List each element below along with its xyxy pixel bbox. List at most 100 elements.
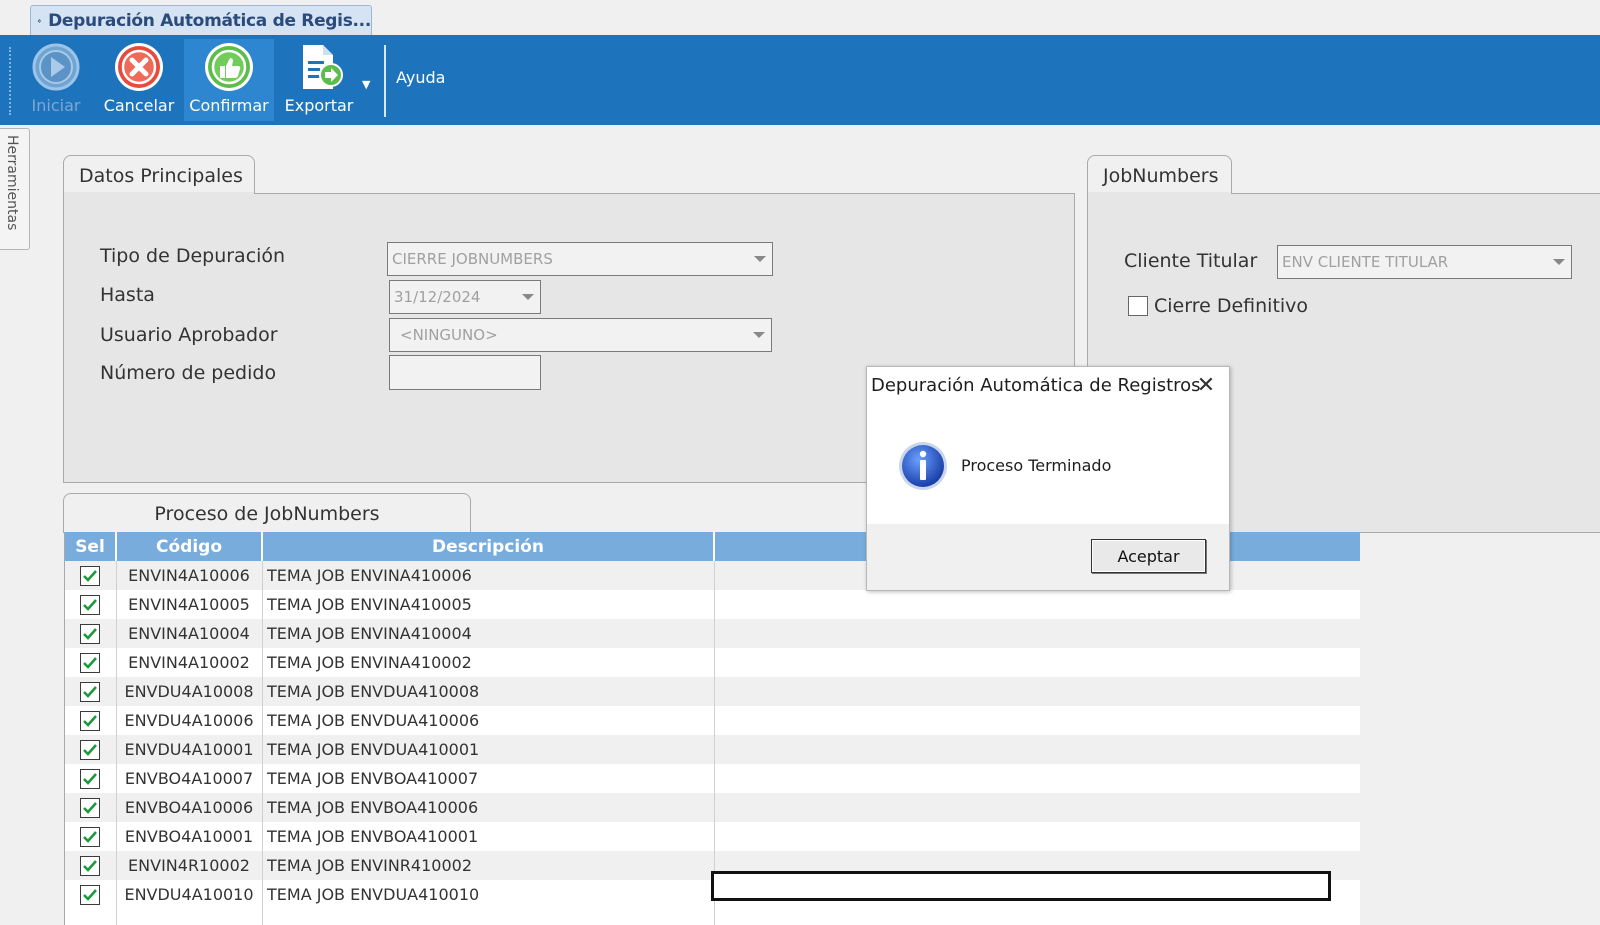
ribbon-separator: [384, 45, 386, 117]
chevron-down-icon: [522, 294, 534, 300]
iniciar-button[interactable]: Iniciar: [26, 39, 86, 121]
usuario-aprobador-combo[interactable]: <NINGUNO>: [389, 318, 772, 352]
row-checkbox[interactable]: [80, 710, 100, 731]
document-tab[interactable]: Depuración Automática de Regis...: [30, 5, 372, 35]
codigo-cell[interactable]: ENVIN4A10006: [117, 561, 261, 590]
table-row[interactable]: ENVBO4A10006 TEMA JOB ENVBOA410006: [65, 793, 1360, 822]
codigo-cell[interactable]: ENVBO4A10006: [117, 793, 261, 822]
codigo-cell[interactable]: ENVDU4A10001: [117, 735, 261, 764]
table-row[interactable]: ENVDU4A10008 TEMA JOB ENVDUA410008: [65, 677, 1360, 706]
codigo-cell[interactable]: ENVIN4A10005: [117, 590, 261, 619]
row-checkbox[interactable]: [80, 855, 100, 876]
checkmark-icon: [83, 743, 97, 756]
proceso-jobnumbers-title: Proceso de JobNumbers: [154, 503, 380, 525]
herramientas-side-tab[interactable]: Herramientas: [0, 128, 30, 250]
checkmark-icon: [83, 859, 97, 872]
row-checkbox[interactable]: [80, 652, 100, 673]
row-checkbox[interactable]: [80, 826, 100, 847]
exportar-dropdown-arrow-icon[interactable]: ▼: [362, 78, 370, 91]
dialog-title: Depuración Automática de Registros: [871, 375, 1201, 396]
descripcion-cell[interactable]: TEMA JOB ENVBOA410001: [263, 822, 713, 851]
document-tab-title: Depuración Automática de Regis...: [48, 10, 371, 31]
proceso-jobnumbers-tab: Proceso de JobNumbers: [63, 493, 471, 533]
checkmark-icon: [83, 598, 97, 611]
codigo-cell[interactable]: ENVDU4A10006: [117, 706, 261, 735]
codigo-cell[interactable]: ENVBO4A10007: [117, 764, 261, 793]
chevron-down-icon: [1553, 259, 1565, 265]
descripcion-cell[interactable]: TEMA JOB ENVINR410002: [263, 851, 713, 880]
grid-cell-editor[interactable]: [711, 871, 1331, 901]
column-header-codigo[interactable]: Código: [117, 532, 263, 561]
table-row[interactable]: ENVIN4A10002 TEMA JOB ENVINA410002: [65, 648, 1360, 677]
table-row[interactable]: ENVBO4A10007 TEMA JOB ENVBOA410007: [65, 764, 1360, 793]
row-checkbox[interactable]: [80, 623, 100, 644]
table-row[interactable]: ENVDU4A10006 TEMA JOB ENVDUA410006: [65, 706, 1360, 735]
cliente-titular-combo[interactable]: ENV CLIENTE TITULAR: [1277, 245, 1572, 279]
toolbar-grip[interactable]: [9, 47, 11, 115]
descripcion-cell[interactable]: TEMA JOB ENVDUA410001: [263, 735, 713, 764]
row-select-cell: [65, 706, 115, 735]
grid-column-divider: [116, 561, 117, 925]
checkmark-icon: [83, 656, 97, 669]
cierre-definitivo-label: Cierre Definitivo: [1154, 295, 1309, 317]
row-checkbox[interactable]: [80, 768, 100, 789]
codigo-cell[interactable]: ENVDU4A10010: [117, 880, 261, 909]
hasta-date-picker[interactable]: 31/12/2024: [389, 280, 541, 314]
descripcion-cell[interactable]: TEMA JOB ENVINA410004: [263, 619, 713, 648]
checkmark-icon: [83, 685, 97, 698]
descripcion-cell[interactable]: TEMA JOB ENVINA410002: [263, 648, 713, 677]
codigo-cell[interactable]: ENVDU4A10008: [117, 677, 261, 706]
usuario-aprobador-label: Usuario Aprobador: [100, 324, 278, 346]
codigo-cell[interactable]: ENVIN4R10002: [117, 851, 261, 880]
cliente-titular-label: Cliente Titular: [1124, 250, 1258, 272]
table-row[interactable]: ENVBO4A10001 TEMA JOB ENVBOA410001: [65, 822, 1360, 851]
checkmark-icon: [83, 830, 97, 843]
numero-pedido-input[interactable]: [389, 355, 541, 390]
aceptar-button[interactable]: Aceptar: [1091, 539, 1206, 573]
checkmark-icon: [83, 801, 97, 814]
table-row[interactable]: ENVIN4A10004 TEMA JOB ENVINA410004: [65, 619, 1360, 648]
checkmark-icon: [83, 888, 97, 901]
confirmar-button[interactable]: Confirmar: [184, 39, 274, 121]
row-checkbox[interactable]: [80, 681, 100, 702]
row-select-cell: [65, 735, 115, 764]
row-checkbox[interactable]: [80, 884, 100, 905]
datos-principales-title: Datos Principales: [79, 165, 243, 187]
checkmark-icon: [83, 569, 97, 582]
play-icon: [32, 43, 80, 91]
row-select-cell: [65, 561, 115, 590]
jobnumbers-tab: JobNumbers: [1087, 155, 1232, 194]
descripcion-cell[interactable]: TEMA JOB ENVBOA410007: [263, 764, 713, 793]
descripcion-cell[interactable]: TEMA JOB ENVDUA410006: [263, 706, 713, 735]
cancelar-button[interactable]: Cancelar: [104, 39, 174, 121]
app-logo-icon: [37, 18, 42, 23]
descripcion-cell[interactable]: TEMA JOB ENVINA410005: [263, 590, 713, 619]
codigo-cell[interactable]: ENVIN4A10004: [117, 619, 261, 648]
table-row[interactable]: ENVDU4A10001 TEMA JOB ENVDUA410001: [65, 735, 1360, 764]
row-select-cell: [65, 619, 115, 648]
tipo-depuracion-combo[interactable]: CIERRE JOBNUMBERS: [387, 242, 773, 276]
table-row[interactable]: ENVIN4A10005 TEMA JOB ENVINA410005: [65, 590, 1360, 619]
column-header-descripcion[interactable]: Descripción: [263, 532, 715, 561]
close-icon[interactable]: ✕: [1193, 373, 1219, 398]
cierre-definitivo-checkbox[interactable]: [1128, 296, 1148, 316]
row-checkbox[interactable]: [80, 594, 100, 615]
column-header-sel[interactable]: Sel: [65, 532, 117, 561]
exportar-button[interactable]: Exportar: [282, 39, 356, 121]
row-select-cell: [65, 648, 115, 677]
tab-joint: [1088, 192, 1231, 195]
descripcion-cell[interactable]: TEMA JOB ENVDUA410010: [263, 880, 713, 909]
row-checkbox[interactable]: [80, 797, 100, 818]
row-checkbox[interactable]: [80, 739, 100, 760]
descripcion-cell[interactable]: TEMA JOB ENVINA410006: [263, 561, 713, 590]
row-checkbox[interactable]: [80, 565, 100, 586]
codigo-cell[interactable]: ENVBO4A10001: [117, 822, 261, 851]
ayuda-menu[interactable]: Ayuda: [396, 68, 445, 87]
checkmark-icon: [83, 714, 97, 727]
descripcion-cell[interactable]: TEMA JOB ENVBOA410006: [263, 793, 713, 822]
codigo-cell[interactable]: ENVIN4A10002: [117, 648, 261, 677]
descripcion-cell[interactable]: TEMA JOB ENVDUA410008: [263, 677, 713, 706]
hasta-label: Hasta: [100, 284, 155, 306]
row-select-cell: [65, 590, 115, 619]
grid-column-divider: [262, 561, 263, 925]
